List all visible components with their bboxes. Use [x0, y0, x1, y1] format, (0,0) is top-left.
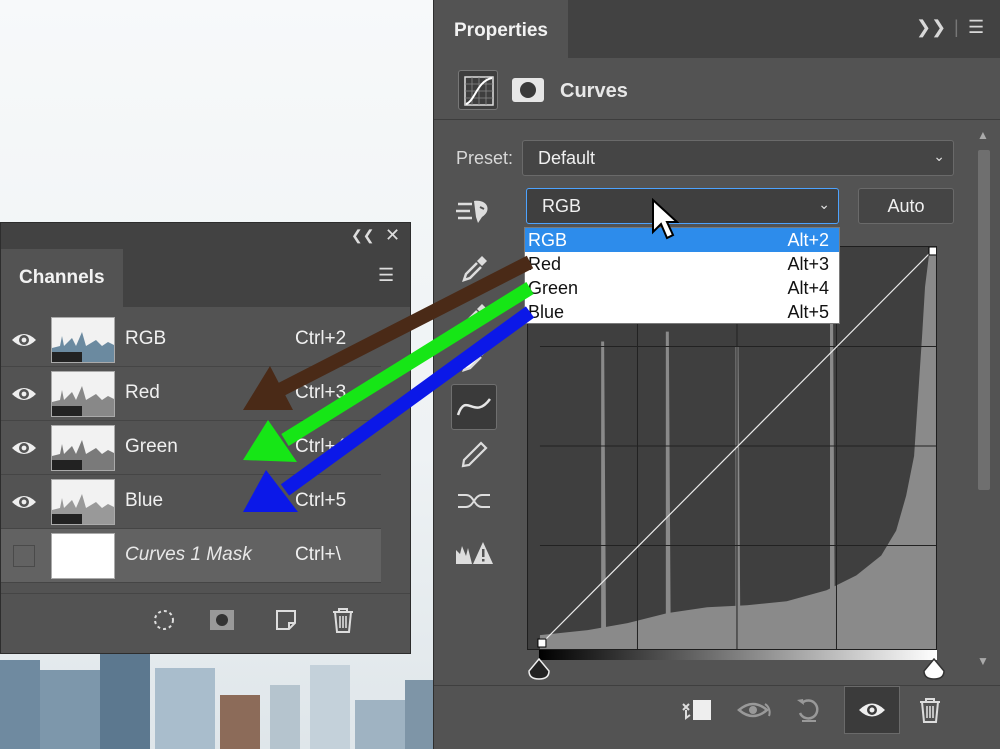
mask-icon[interactable]: [508, 70, 548, 110]
channel-name: Red: [125, 382, 160, 403]
curve-points-tool-icon[interactable]: [451, 384, 497, 430]
eye-icon[interactable]: [11, 330, 37, 350]
channel-row-green[interactable]: Green Ctrl+4: [1, 421, 381, 475]
dropdown-item-blue[interactable]: Blue Alt+5: [525, 300, 839, 324]
reset-icon[interactable]: [781, 686, 837, 734]
channel-name: Curves 1 Mask: [125, 544, 252, 565]
channel-thumbnail: [51, 371, 115, 417]
scrollbar-thumb[interactable]: [978, 150, 990, 490]
channel-row-blue[interactable]: Blue Ctrl+5: [1, 475, 381, 529]
channel-thumbnail: [51, 425, 115, 471]
collapse-icon[interactable]: ❯❯: [916, 17, 946, 38]
channels-bottom-bar: [1, 593, 410, 653]
dropdown-item-red[interactable]: Red Alt+3: [525, 252, 839, 276]
dropdown-item-rgb[interactable]: RGB Alt+2: [525, 228, 839, 252]
channel-shortcut: Ctrl+3: [295, 382, 347, 403]
channel-name: Blue: [125, 490, 164, 511]
clip-to-layer-icon[interactable]: [669, 686, 725, 734]
auto-button[interactable]: Auto: [858, 188, 954, 224]
gray-point-eyedropper-icon[interactable]: [451, 294, 497, 340]
black-point-eyedropper-icon[interactable]: [451, 246, 497, 292]
channel-shortcut: Ctrl+4: [295, 436, 347, 457]
channel-shortcut: Ctrl+2: [295, 328, 347, 349]
channel-dropdown-list: RGB Alt+2 Red Alt+3 Green Alt+4 Blue Alt+5: [524, 227, 840, 324]
black-input-slider[interactable]: [527, 657, 551, 681]
on-image-adjust-icon[interactable]: [451, 188, 497, 234]
smooth-curve-icon[interactable]: [451, 478, 497, 524]
scroll-down-icon[interactable]: ▼: [977, 654, 989, 668]
dropdown-item-green[interactable]: Green Alt+4: [525, 276, 839, 300]
tab-channels[interactable]: Channels: [1, 249, 123, 307]
curves-header: Curves: [434, 58, 1000, 120]
preset-value: Default: [538, 148, 596, 168]
panel-menu-icon[interactable]: ☰: [378, 265, 394, 286]
eye-icon[interactable]: [11, 492, 37, 512]
city-skyline-image: [0, 650, 440, 749]
mouse-cursor-icon: [652, 198, 679, 240]
channel-thumbnail: [51, 317, 115, 363]
white-input-slider[interactable]: [922, 657, 946, 681]
pencil-icon[interactable]: [451, 432, 497, 478]
mask-thumbnail: [51, 533, 115, 579]
channel-name: Green: [125, 436, 178, 457]
preset-label: Preset:: [456, 148, 514, 168]
channels-titlebar: ❮❮ ✕: [1, 223, 410, 249]
channel-row-rgb[interactable]: RGB Ctrl+2: [1, 313, 381, 367]
clipping-warning-icon[interactable]: [451, 530, 497, 576]
load-selection-icon[interactable]: [144, 602, 184, 638]
collapse-icon[interactable]: ❮❮: [351, 227, 374, 244]
channel-shortcut: Ctrl+5: [295, 490, 347, 511]
tab-properties[interactable]: Properties: [434, 0, 568, 58]
delete-icon[interactable]: [902, 686, 958, 734]
delete-icon[interactable]: [323, 602, 363, 638]
channel-select[interactable]: RGB ⌄: [526, 188, 839, 224]
panel-title: Curves: [560, 80, 628, 102]
properties-panel: Properties ❯❯ | ☰ Curves Preset: Default…: [433, 0, 1000, 749]
channel-thumbnail: [51, 479, 115, 525]
input-gradient-horizontal: [539, 650, 937, 660]
channels-tabbar: Channels ☰: [1, 249, 410, 307]
new-channel-icon[interactable]: [266, 602, 306, 638]
channel-value: RGB: [542, 196, 582, 216]
channels-panel: ❮❮ ✕ Channels ☰ RGB Ctrl+2 Red Ctrl+3 Gr…: [0, 222, 411, 654]
properties-tabbar: Properties ❯❯ | ☰: [434, 0, 1000, 58]
close-icon[interactable]: ✕: [385, 225, 400, 246]
eye-icon[interactable]: [11, 438, 37, 458]
chevron-down-icon: ⌄: [933, 148, 945, 164]
channel-row-curves-mask[interactable]: Curves 1 Mask Ctrl+\: [1, 529, 381, 583]
channel-name: RGB: [125, 328, 167, 349]
channel-shortcut: Ctrl+\: [295, 544, 341, 565]
eye-icon[interactable]: [11, 384, 37, 404]
toggle-visibility-icon[interactable]: [844, 686, 900, 734]
save-selection-icon[interactable]: [202, 602, 242, 638]
divider: |: [954, 17, 959, 37]
panel-menu-icon[interactable]: ☰: [968, 17, 984, 38]
preset-select[interactable]: Default ⌄: [522, 140, 954, 176]
view-previous-state-icon[interactable]: [726, 686, 782, 734]
white-point-eyedropper-icon[interactable]: [451, 336, 497, 382]
properties-bottom-bar: [434, 685, 1000, 749]
scroll-up-icon[interactable]: ▲: [977, 128, 989, 142]
curves-adjustment-icon[interactable]: [458, 70, 498, 110]
visibility-checkbox[interactable]: [13, 545, 35, 567]
channel-row-red[interactable]: Red Ctrl+3: [1, 367, 381, 421]
chevron-down-icon: ⌄: [818, 196, 830, 212]
